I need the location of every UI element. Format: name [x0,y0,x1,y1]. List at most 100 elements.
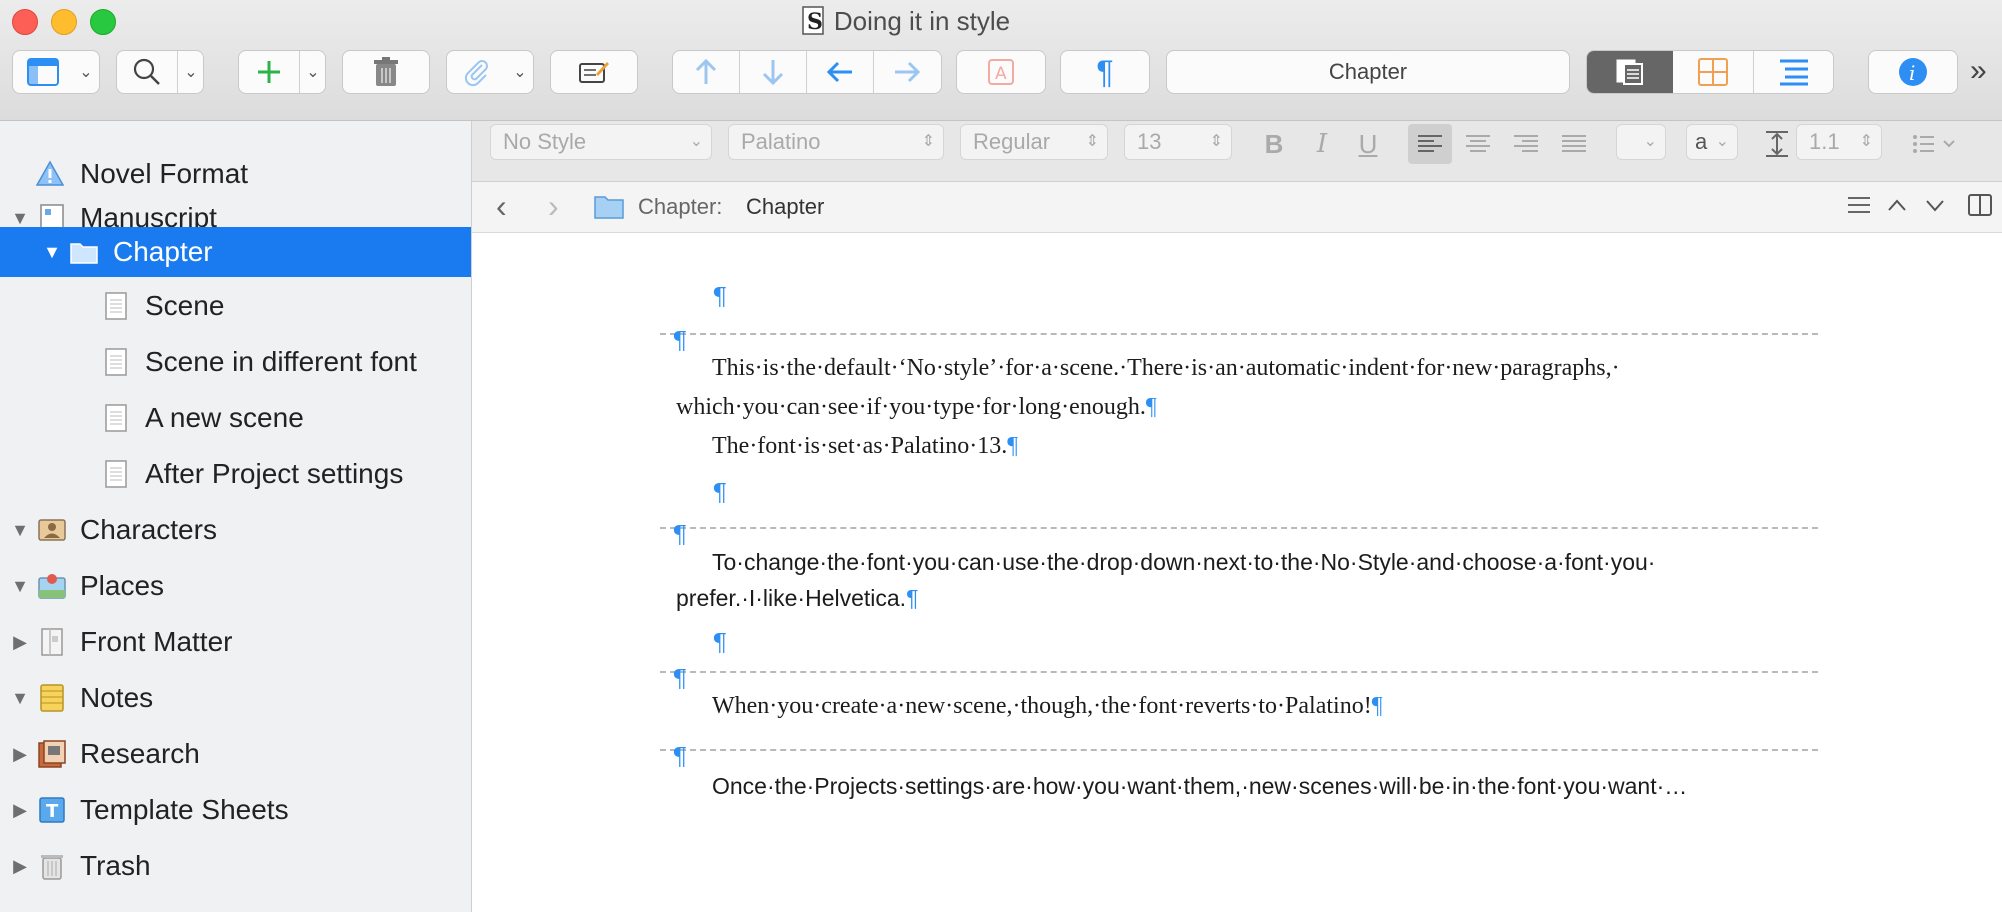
paragraph-style-select[interactable]: No Style ⌄ [490,124,712,160]
line-spacing-icon [1762,124,1792,164]
show-invisibles-button[interactable]: ¶ [1060,50,1150,94]
format-painter-button[interactable]: A [956,50,1046,94]
document-icon [105,292,127,320]
item-list-icon[interactable] [1848,196,1870,219]
scrivener-document-icon: S [802,6,824,35]
disclosure-triangle-icon[interactable]: ▶ [10,744,30,764]
binder-item-trash[interactable]: ▶ Trash [0,838,471,894]
svg-text:T: T [46,801,59,822]
front-matter-icon [41,628,63,656]
document-title-field[interactable]: Chapter [1166,50,1570,94]
composition-mode-button[interactable] [550,50,638,94]
binder-item-scene-in-different-font[interactable]: Scene in different font [0,334,471,390]
binder-item-scene[interactable]: Scene [0,278,471,334]
binder-item-label: Notes [80,682,154,713]
font-size-field[interactable]: 13 ⇕ [1124,124,1232,160]
binder-item-a-new-scene[interactable]: A new scene [0,390,471,446]
binder-item-label: Novel Format [80,158,249,189]
back-arrow-icon[interactable]: ‹ [496,188,507,225]
scene-2-line-1: To·change·the·font·you·can·use·the·drop·… [712,549,1656,575]
list-style-button[interactable] [1906,124,1966,164]
line-spacing-value: 1.1 [1809,129,1840,154]
delete-button[interactable] [342,50,430,94]
toolbar-overflow-button[interactable]: » [1970,54,1987,88]
disclosure-triangle-icon[interactable]: ▶ [10,800,30,820]
up-down-chevron-icon: ⇕ [1859,133,1873,150]
document-divider [660,527,1818,529]
font-weight-select[interactable]: Regular ⇕ [960,124,1108,160]
bold-button[interactable]: B [1252,124,1296,164]
chevron-down-icon: ⌄ [1715,133,1729,150]
disclosure-triangle-icon[interactable]: ▼ [42,242,62,262]
window-title: Doing it in style [833,6,1011,36]
disclosure-triangle-icon[interactable]: ▶ [10,856,30,876]
move-right-button[interactable] [874,51,940,93]
binder-item-characters[interactable]: ▼ Characters [0,502,471,558]
folder-icon [594,196,624,219]
svg-text:A: A [995,64,1007,84]
disclosure-triangle-icon[interactable]: ▶ [10,632,30,652]
binder-item-places[interactable]: ▼ Places [0,558,471,614]
document-icon [105,404,127,432]
split-editor-icon[interactable] [1968,194,1992,221]
font-family-value: Palatino [741,129,821,154]
move-left-button[interactable] [807,51,873,93]
line-spacing-field[interactable]: 1.1 ⇕ [1796,124,1882,160]
pilcrow-mark: ¶ [712,629,728,657]
previous-document-icon[interactable] [1886,196,1908,219]
corkboard-mode-button[interactable] [1673,51,1753,93]
binder-item-research[interactable]: ▶ Research [0,726,471,782]
document-divider [660,333,1818,335]
scene-1-line-3: The·font·is·set·as·Palatino·13.¶ [712,433,1018,460]
scene-1-line-2-text: which·you·can·see·if·you·type·for·long·e… [676,394,1146,420]
pilcrow-mark: ¶ [672,521,688,549]
move-down-button[interactable] [740,51,806,93]
pilcrow-mark: ¶ [1371,693,1383,719]
highlight-color-select[interactable]: ⌄ [1616,124,1666,160]
font-family-select[interactable]: Palatino ⇕ [728,124,944,160]
align-left-button[interactable] [1408,124,1452,164]
search-icon [133,58,160,85]
binder-item-after-project-settings[interactable]: After Project settings [0,446,471,502]
trash-icon [374,57,398,86]
binder-item-label: Front Matter [80,626,233,657]
binder-item-notes[interactable]: ▼ Notes [0,670,471,726]
bookmark-button[interactable]: ⌄ [446,50,534,94]
disclosure-triangle-icon[interactable]: ▼ [10,208,30,228]
binder-item-label: Chapter [113,236,213,267]
forward-arrow-icon[interactable]: › [548,188,559,225]
add-item-button[interactable]: ⌄ [238,50,326,94]
outliner-mode-button[interactable] [1754,51,1833,93]
text-color-select[interactable]: a ⌄ [1686,124,1738,160]
svg-text:i: i [1909,61,1915,85]
underline-button[interactable]: U [1346,124,1390,164]
align-center-button[interactable] [1456,124,1500,164]
pilcrow-mark: ¶ [1007,433,1019,459]
warning-triangle-icon [36,160,64,186]
disclosure-triangle-icon[interactable]: ▼ [10,688,30,708]
justify-button[interactable] [1552,124,1596,164]
document-title: Chapter [1328,59,1408,84]
next-document-icon[interactable] [1924,196,1946,219]
binder-item-front-matter[interactable]: ▶ Front Matter [0,614,471,670]
disclosure-triangle-icon[interactable]: ▼ [10,520,30,540]
disclosure-triangle-icon[interactable]: ▼ [10,576,30,596]
italic-button[interactable]: I [1300,124,1344,164]
info-icon: i [1899,58,1927,86]
text-editor[interactable]: ¶ ¶ This·is·the·default·‘No·style’·for·a… [472,233,2002,912]
scrivenings-mode-button[interactable] [1587,51,1673,93]
binder-item-label: Characters [80,514,217,545]
window-title-area: S Doing it in style [0,2,1812,40]
binder-item-chapter[interactable]: ▼ Chapter [0,227,471,277]
binder-item-template-sheets[interactable]: ▶ T Template Sheets [0,782,471,838]
document-icon [105,348,127,376]
pilcrow-mark: ¶ [712,283,728,311]
inspector-button[interactable]: i [1868,50,1958,94]
folder-icon [70,243,98,264]
arrow-down-icon [762,60,784,86]
view-layout-button[interactable]: ⌄ [12,50,100,94]
search-button[interactable]: ⌄ [116,50,204,94]
move-up-button[interactable] [673,51,739,93]
align-right-button[interactable] [1504,124,1548,164]
chevron-down-icon: ⌄ [79,64,93,81]
